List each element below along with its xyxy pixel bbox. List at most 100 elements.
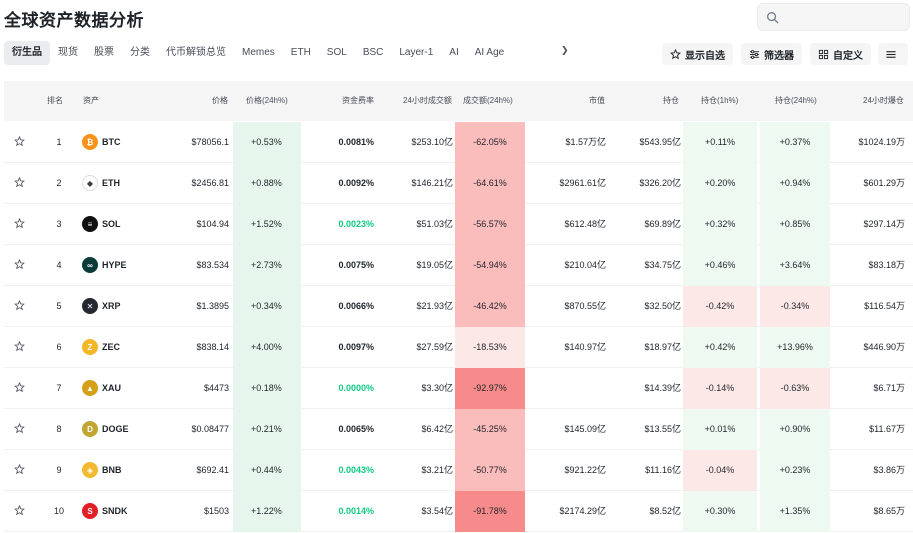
open-interest-cell: $543.95亿 (639, 137, 681, 147)
asset-symbol[interactable]: BTC (102, 122, 121, 163)
volume-cell: $3.30亿 (421, 383, 453, 393)
table-row[interactable]: 9 ◈ BNB $692.41 +0.44% 0.0043% $3.21亿 -50.77% $9… (4, 450, 913, 491)
favorite-star-icon[interactable] (14, 423, 25, 434)
show-favorites-button[interactable]: 显示自选 (662, 43, 733, 65)
price-cell: $1503 (203, 506, 229, 516)
volume-change-cell: -62.05% (473, 137, 507, 147)
favorite-star-icon[interactable] (14, 136, 25, 147)
col-rank[interactable]: 排名 (47, 95, 63, 106)
volume-change-cell: -46.42% (473, 301, 507, 311)
tab-item[interactable]: AI Age (467, 41, 512, 65)
col-asset[interactable]: 资产 (83, 95, 99, 106)
col-oi-24h[interactable]: 持仓(24h%) (775, 95, 817, 106)
tab-item[interactable]: SOL (319, 41, 355, 65)
search-input[interactable] (784, 8, 904, 26)
search-box[interactable] (757, 3, 910, 31)
price-cell: $104.94 (196, 219, 229, 229)
funding-rate-cell: 0.0075% (338, 260, 374, 270)
favorite-star-icon[interactable] (14, 218, 25, 229)
oi-24h-cell: +0.23% (779, 465, 811, 475)
table-row[interactable]: 6 Z ZEC $838.14 +4.00% 0.0097% $27.59亿 -18.53% $… (4, 327, 913, 368)
asset-symbol[interactable]: ETH (102, 163, 120, 204)
price-change-cell: +0.88% (251, 178, 282, 188)
table-row[interactable]: 10 S SNDK $1503 +1.22% 0.0014% $3.54亿 -91.78% $2… (4, 491, 913, 532)
asset-symbol[interactable]: DOGE (102, 409, 129, 450)
col-liquidation[interactable]: 24小时爆仓 (863, 95, 904, 106)
volume-cell: $3.21亿 (421, 465, 453, 475)
open-interest-cell: $14.39亿 (644, 383, 681, 393)
oi-1h-cell: +0.30% (704, 506, 736, 516)
tab-item[interactable]: 衍生品 (4, 41, 50, 65)
sol-logo-icon: ≡ (82, 216, 98, 232)
filter-button[interactable]: 筛选器 (741, 43, 802, 65)
favorite-star-icon[interactable] (14, 300, 25, 311)
volume-cell: $6.42亿 (421, 424, 453, 434)
tab-item[interactable]: AI (441, 41, 466, 65)
table-row[interactable]: 1 ₿ BTC $78056.1 +0.53% 0.0081% $253.10亿 -62.05… (4, 122, 913, 163)
open-interest-cell: $18.97亿 (644, 342, 681, 352)
tab-item[interactable]: Layer-1 (391, 41, 441, 65)
tab-item[interactable]: BSC (355, 41, 392, 65)
favorite-star-icon[interactable] (14, 382, 25, 393)
liquidation-cell: $1024.19万 (858, 137, 905, 147)
oi-24h-cell: +0.85% (779, 219, 811, 229)
col-funding-rate[interactable]: 资金费率 (342, 95, 374, 106)
asset-symbol[interactable]: ZEC (102, 327, 120, 368)
favorite-star-icon[interactable] (14, 505, 25, 516)
favorite-star-icon[interactable] (14, 259, 25, 270)
asset-symbol[interactable]: XAU (102, 368, 121, 409)
oi-24h-cell: +13.96% (777, 342, 813, 352)
liquidation-cell: $601.29万 (863, 178, 905, 188)
col-market-cap[interactable]: 市值 (589, 95, 605, 106)
col-open-interest[interactable]: 持仓 (663, 95, 679, 106)
open-interest-cell: $32.50亿 (644, 301, 681, 311)
oi-1h-cell: +0.42% (704, 342, 736, 352)
oi-1h-cell: +0.01% (704, 424, 736, 434)
settings-button[interactable] (878, 43, 908, 65)
tab-item[interactable]: ETH (283, 41, 319, 65)
market-cap-cell: $612.48亿 (564, 219, 606, 229)
favorite-star-icon[interactable] (14, 177, 25, 188)
favorite-star-icon[interactable] (14, 464, 25, 475)
price-cell: $692.41 (196, 465, 229, 475)
volume-change-cell: -54.94% (473, 260, 507, 270)
table-row[interactable]: 8 D DOGE $0.08477 +0.21% 0.0065% $6.42亿 -45.25%… (4, 409, 913, 450)
price-cell: $0.08477 (191, 424, 229, 434)
xau-logo-icon: ▲ (82, 380, 98, 396)
volume-change-cell: -18.53% (473, 342, 507, 352)
rank-cell: 4 (56, 260, 62, 270)
asset-symbol[interactable]: HYPE (102, 245, 127, 286)
rank-cell: 7 (56, 383, 62, 393)
col-price[interactable]: 价格 (212, 95, 228, 106)
market-cap-cell: $2961.61亿 (559, 178, 606, 188)
col-volume-change[interactable]: 成交额(24h%) (463, 95, 513, 106)
tab-item[interactable]: 股票 (86, 41, 122, 65)
tab-item[interactable]: Memes (234, 41, 283, 65)
table-row[interactable]: 7 ▲ XAU $4473 +0.18% 0.0000% $3.30亿 -92.97% $14.… (4, 368, 913, 409)
col-oi-1h[interactable]: 持仓(1h%) (701, 95, 738, 106)
asset-symbol[interactable]: BNB (102, 450, 122, 491)
rank-cell: 6 (56, 342, 62, 352)
tab-item[interactable]: 代币解锁总览 (158, 41, 234, 65)
price-change-cell: +2.73% (251, 260, 282, 270)
col-volume[interactable]: 24小时成交额 (403, 95, 452, 106)
bnb-logo-icon: ◈ (82, 462, 98, 478)
page-title: 全球资产数据分析 (4, 11, 144, 30)
table-row[interactable]: 5 ✕ XRP $1.3895 +0.34% 0.0066% $21.93亿 -46.42% $… (4, 286, 913, 327)
favorite-star-icon[interactable] (14, 341, 25, 352)
asset-symbol[interactable]: XRP (102, 286, 121, 327)
liquidation-cell: $446.90万 (863, 342, 905, 352)
asset-symbol[interactable]: SNDK (102, 491, 128, 532)
table-row[interactable]: 3 ≡ SOL $104.94 +1.52% 0.0023% $51.03亿 -56.57% $… (4, 204, 913, 245)
tabs-scroll-right-icon[interactable]: ❯ (561, 45, 569, 56)
tab-item[interactable]: 现货 (50, 41, 86, 65)
tab-item[interactable]: 分类 (122, 41, 158, 65)
price-change-cell: +0.18% (251, 383, 282, 393)
table-row[interactable]: 2 ◆ ETH $2456.81 +0.88% 0.0092% $146.21亿 -64.61… (4, 163, 913, 204)
col-price-change[interactable]: 价格(24h%) (246, 95, 288, 106)
oi-24h-cell: +1.35% (779, 506, 811, 516)
customize-button[interactable]: 自定义 (810, 43, 871, 65)
asset-symbol[interactable]: SOL (102, 204, 121, 245)
market-cap-cell: $140.97亿 (564, 342, 606, 352)
table-row[interactable]: 4 ∞ HYPE $83.534 +2.73% 0.0075% $19.05亿 -54.94%… (4, 245, 913, 286)
